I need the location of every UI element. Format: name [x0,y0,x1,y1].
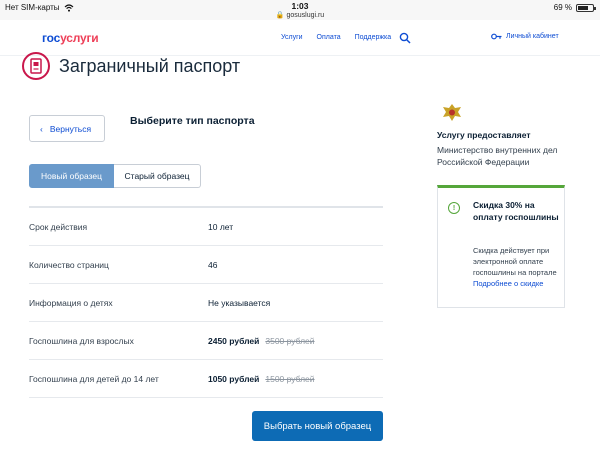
nav-item-services[interactable]: Услуги [281,34,303,41]
fee-old-price: 1500 рублей [265,373,315,384]
discount-description: Скидка действует при электронной оплате … [473,245,559,289]
personal-cabinet-link[interactable]: Личный кабинет [491,33,559,40]
battery-fill [578,5,588,10]
row-label: Информация о детях [29,297,113,308]
logo-part-gos: гос [42,31,61,45]
row-label: Количество страниц [29,259,109,270]
tab-new-format[interactable]: Новый образец [29,164,114,188]
provider-label: Услугу предоставляет [437,130,531,140]
back-button-label: Вернуться [49,123,92,134]
cabinet-label: Личный кабинет [506,33,559,40]
table-row: Срок действия 10 лет [29,208,383,246]
battery-icon [576,3,596,12]
back-button[interactable]: ‹ Вернуться [29,115,105,142]
fee-old-price: 3500 рублей [265,335,315,346]
passport-info-table: Срок действия 10 лет Количество страниц … [29,206,383,398]
discount-text: Скидка действует при электронной оплате … [473,246,557,277]
discount-card: ! Скидка 30% на оплату госпошлины Скидка… [437,185,565,308]
row-value: Не указывается [208,297,271,308]
status-bar: Нет SIM-карты 1:03 🔒 gosuslugi.ru 69 % [0,0,600,20]
discount-details-link[interactable]: Подробнее о скидке [473,278,559,289]
table-row: Информация о детях Не указывается [29,284,383,322]
row-label: Срок действия [29,221,88,232]
chevron-left-icon: ‹ [40,123,43,134]
clock: 1:03 [291,1,309,11]
passport-type-toggle: Новый образец Старый образец [29,164,201,188]
search-icon[interactable] [399,32,411,44]
url-text: gosuslugi.ru [286,12,325,19]
site-header: госуслуги Услуги Оплата Поддержка Личный… [0,20,600,56]
key-icon [491,33,502,40]
nav-item-support[interactable]: Поддержка [355,34,392,41]
gosuslugi-logo[interactable]: госуслуги [42,31,99,45]
mvd-emblem-icon [443,104,461,121]
choose-type-heading: Выберите тип паспорта [130,115,255,127]
battery-percent: 69 % [553,3,572,12]
page-title: Заграничный паспорт [59,56,241,76]
logo-part-uslugi: услуги [60,31,99,45]
info-icon: ! [448,202,460,214]
table-row: Количество страниц 46 [29,246,383,284]
status-right: 69 % [553,3,596,12]
nav-item-payment[interactable]: Оплата [317,34,341,41]
discount-title: Скидка 30% на оплату госпошлины [473,200,559,222]
lock-icon: 🔒 [275,12,285,19]
row-value: 10 лет [208,221,234,232]
fee-price: 2450 рублей [208,335,260,346]
table-row: Госпошлина для детей до 14 лет 1050 рубл… [29,360,383,398]
row-label: Госпошлина для взрослых [29,335,134,346]
row-label: Госпошлина для детей до 14 лет [29,373,159,384]
passport-glyph [30,58,42,74]
fee-price: 1050 рублей [208,373,260,384]
provider-org: Министерство внутренних дел Российской Ф… [437,145,558,167]
tab-old-format[interactable]: Старый образец [114,164,201,188]
choose-new-format-button[interactable]: Выбрать новый образец [252,411,383,441]
table-row: Госпошлина для взрослых 2450 рублей 3500… [29,322,383,360]
passport-icon [22,52,50,80]
address-bar[interactable]: 🔒 gosuslugi.ru [0,11,600,19]
row-value: 46 [208,259,218,270]
main-nav: Услуги Оплата Поддержка [281,34,391,41]
